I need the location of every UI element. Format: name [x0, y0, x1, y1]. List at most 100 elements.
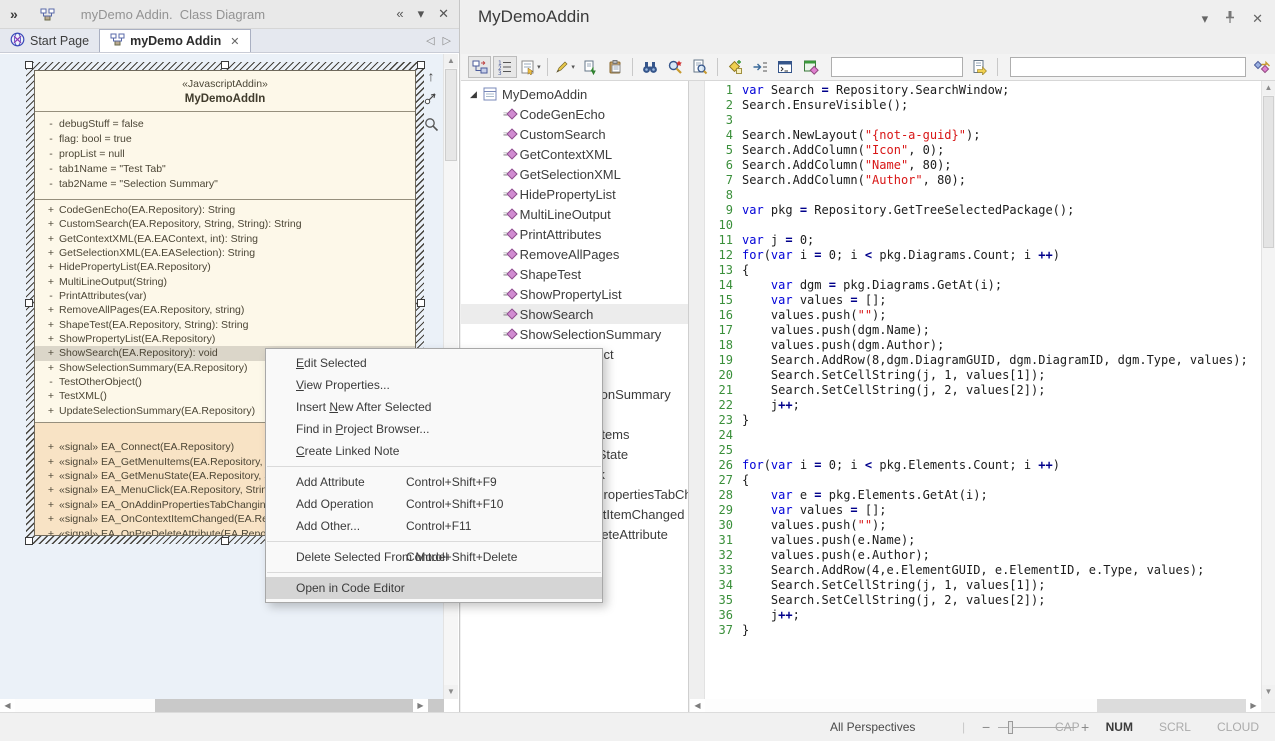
editor-horizontal-scrollbar[interactable]: ◀ ▶ [690, 699, 1261, 712]
resize-handle-w[interactable] [25, 299, 33, 307]
toggle-num[interactable]: NUM [1106, 720, 1133, 734]
menu-item-add-other[interactable]: Add Other...Control+F11 [266, 515, 602, 537]
close-icon[interactable]: ✕ [1252, 11, 1263, 27]
tree-item-CodeGenEcho[interactable]: ≡CodeGenEcho [461, 104, 688, 124]
resize-handle-sw[interactable] [25, 537, 33, 545]
new-element-icon[interactable] [723, 56, 746, 78]
tab-next-icon[interactable]: ▷ [443, 34, 451, 47]
tree-item-PrintAttributes[interactable]: ≡PrintAttributes [461, 224, 688, 244]
toggle-scrl[interactable]: SCRL [1159, 720, 1191, 734]
toggle-cloud[interactable]: CLOUD [1217, 720, 1259, 734]
resize-handle-s[interactable] [221, 537, 229, 545]
scroll-down-icon[interactable]: ▼ [1262, 685, 1275, 699]
tree-item-ShapeTest[interactable]: ≡ShapeTest [461, 264, 688, 284]
operation-row[interactable]: +ShapeTest(EA.Repository, String): Strin… [35, 318, 415, 332]
toggle-cap[interactable]: CAP [1055, 720, 1080, 734]
numbered-list-icon[interactable]: 123 [493, 56, 516, 78]
menu-item-edit-selected[interactable]: Edit Selected [266, 352, 602, 374]
chevron-down-icon[interactable]: ▾ [1202, 11, 1209, 27]
goto-icon[interactable] [968, 56, 991, 78]
scrollbar-thumb[interactable] [15, 699, 155, 712]
attribute-row[interactable]: -tab1Name = "Test Tab" [35, 162, 415, 177]
operation-row[interactable]: -PrintAttributes(var) [35, 289, 415, 303]
scroll-up-icon[interactable]: ▲ [1262, 81, 1275, 95]
toolbar-filter-input[interactable] [831, 57, 963, 77]
tree-root-MyDemoAddin[interactable]: ◢MyDemoAddin [461, 84, 688, 104]
menu-item-find-in-project-browser[interactable]: Find in Project Browser... [266, 418, 602, 440]
pin-icon[interactable] [1224, 10, 1236, 27]
menu-item-insert-new-after-selected[interactable]: Insert New After Selected [266, 396, 602, 418]
tree-item-GetSelectionXML[interactable]: ≡GetSelectionXML [461, 164, 688, 184]
scrollbar-thumb[interactable] [445, 69, 457, 161]
chevrons-right-icon[interactable]: » [10, 6, 18, 22]
scroll-left-icon[interactable]: ◀ [0, 699, 15, 712]
attribute-row[interactable]: -propList = null [35, 147, 415, 162]
tab-mydemo-addin[interactable]: myDemo Addin ✕ [99, 29, 250, 52]
copy-generate-icon[interactable] [578, 56, 601, 78]
tree-item-GetContextXML[interactable]: ≡GetContextXML [461, 144, 688, 164]
edit-pencil-icon[interactable]: ▾ [553, 56, 576, 78]
menu-item-add-operation[interactable]: Add OperationControl+Shift+F10 [266, 493, 602, 515]
up-arrow-icon[interactable]: ↑ [421, 68, 441, 84]
tree-item-MultiLineOutput[interactable]: ≡MultiLineOutput [461, 204, 688, 224]
resize-handle-ne[interactable] [417, 61, 425, 69]
quick-linker-icon[interactable] [421, 91, 441, 110]
zoom-out-icon[interactable]: − [982, 719, 990, 735]
attribute-row[interactable]: -tab2Name = "Selection Summary" [35, 177, 415, 192]
scroll-left-icon[interactable]: ◀ [690, 699, 705, 712]
operation-row[interactable]: +CustomSearch(EA.Repository, String, Str… [35, 217, 415, 231]
element-notes-icon[interactable] [799, 56, 822, 78]
operation-row[interactable]: +GetContextXML(EA.EAContext, int): Strin… [35, 232, 415, 246]
operation-row[interactable]: +RemoveAllPages(EA.Repository, string) [35, 303, 415, 317]
menu-item-create-linked-note[interactable]: Create Linked Note [266, 440, 602, 462]
zoom-slider-thumb[interactable] [1008, 721, 1013, 734]
scrollbar-thumb[interactable] [1263, 96, 1274, 248]
properties-icon[interactable]: ▾ [519, 56, 542, 78]
tree-item-HidePropertyList[interactable]: ≡HidePropertyList [461, 184, 688, 204]
expand-collapse-icon[interactable]: ◢ [470, 89, 483, 100]
traceability-icon[interactable] [1251, 56, 1274, 78]
paste-icon[interactable] [604, 56, 627, 78]
editor-vertical-scrollbar[interactable]: ▲ ▼ [1261, 81, 1275, 699]
set-focus-icon[interactable] [748, 56, 771, 78]
tree-item-RemoveAllPages[interactable]: ≡RemoveAllPages [461, 244, 688, 264]
operation-row[interactable]: +HidePropertyList(EA.Repository) [35, 260, 415, 274]
attribute-row[interactable]: -flag: bool = true [35, 132, 415, 147]
tree-item-ShowSelectionSummary[interactable]: ≡ShowSelectionSummary [461, 324, 688, 344]
close-icon[interactable]: ✕ [438, 6, 449, 22]
perspectives-selector[interactable]: All Perspectives [830, 720, 915, 734]
tree-item-ShowPropertyList[interactable]: ≡ShowPropertyList [461, 284, 688, 304]
menu-item-add-attribute[interactable]: Add AttributeControl+Shift+F9 [266, 471, 602, 493]
scroll-down-icon[interactable]: ▼ [444, 685, 458, 699]
tree-item-ShowSearch[interactable]: ≡ShowSearch [461, 304, 688, 324]
search-files-icon[interactable] [689, 56, 712, 78]
operation-row[interactable]: +ShowPropertyList(EA.Repository) [35, 332, 415, 346]
scrollbar-thumb[interactable] [705, 699, 1097, 712]
code-editor[interactable]: 1var Search = Repository.SearchWindow;2S… [690, 81, 1275, 712]
resize-handle-e[interactable] [417, 299, 425, 307]
diagram-horizontal-scrollbar[interactable]: ◀ ▶ [0, 699, 444, 712]
find-binoculars-icon[interactable] [638, 56, 661, 78]
operation-row[interactable]: +MultiLineOutput(String) [35, 275, 415, 289]
operation-row[interactable]: +CodeGenEcho(EA.Repository): String [35, 203, 415, 217]
search-model-icon[interactable] [663, 56, 686, 78]
resize-handle-n[interactable] [221, 61, 229, 69]
toolbar-search-input[interactable] [1010, 57, 1246, 77]
menu-item-open-in-code-editor[interactable]: Open in Code Editor [266, 577, 602, 599]
operation-row[interactable]: +GetSelectionXML(EA.EASelection): String [35, 246, 415, 260]
scroll-up-icon[interactable]: ▲ [444, 54, 458, 68]
tab-start-page[interactable]: Start Page [0, 29, 99, 52]
element-browser-icon[interactable] [468, 56, 491, 78]
tab-close-icon[interactable]: ✕ [230, 35, 239, 48]
chevron-down-icon[interactable]: ▾ [418, 6, 425, 22]
resize-handle-nw[interactable] [25, 61, 33, 69]
tree-item-CustomSearch[interactable]: ≡CustomSearch [461, 124, 688, 144]
scroll-right-icon[interactable]: ▶ [1246, 699, 1261, 712]
tab-prev-icon[interactable]: ◁ [426, 34, 434, 47]
collapse-left-icon[interactable]: « [396, 6, 403, 22]
scroll-right-icon[interactable]: ▶ [413, 699, 428, 712]
attribute-row[interactable]: -debugStuff = false [35, 117, 415, 132]
zoom-magnifier-icon[interactable] [421, 117, 441, 137]
menu-item-delete-selected-from-model[interactable]: Delete Selected From ModelControl+Shift+… [266, 546, 602, 568]
script-window-icon[interactable] [774, 56, 797, 78]
